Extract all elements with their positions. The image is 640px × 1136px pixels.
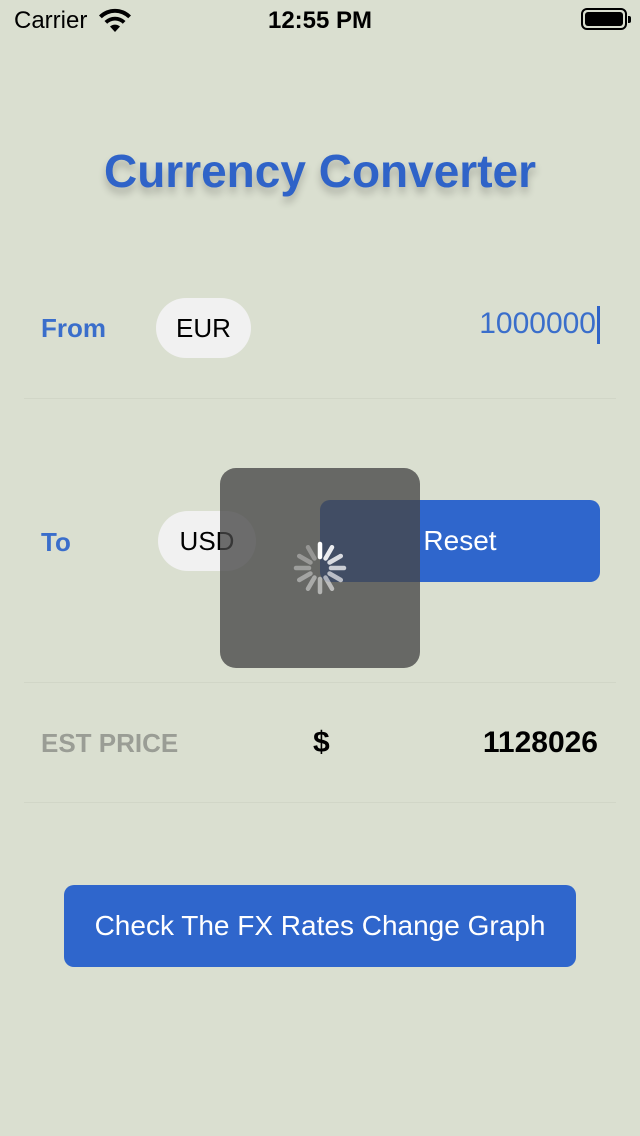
loading-hud xyxy=(220,468,420,668)
currency-symbol: $ xyxy=(313,726,330,759)
clock: 12:55 PM xyxy=(267,7,373,34)
est-price-value: 1128026 xyxy=(482,726,598,759)
status-bar: Carrier 12:55 PM xyxy=(0,0,640,40)
divider xyxy=(24,802,616,803)
to-label: To xyxy=(41,527,71,557)
est-price-label: EST PRICE xyxy=(41,728,179,758)
battery-icon xyxy=(581,8,631,30)
from-label: From xyxy=(41,313,106,343)
text-caret xyxy=(597,306,600,344)
divider xyxy=(24,682,616,683)
reset-button-label: Reset xyxy=(423,525,497,556)
amount-input[interactable]: 1000000 xyxy=(430,306,600,350)
activity-spinner-icon xyxy=(293,541,347,595)
from-currency-picker[interactable]: EUR xyxy=(156,298,251,358)
amount-value: 1000000 xyxy=(479,306,596,340)
fx-graph-button[interactable]: Check The FX Rates Change Graph xyxy=(64,885,576,967)
from-currency-value: EUR xyxy=(176,312,231,343)
page-title: Currency Converter xyxy=(103,145,537,197)
divider xyxy=(24,398,616,399)
fx-graph-button-label: Check The FX Rates Change Graph xyxy=(94,910,546,941)
